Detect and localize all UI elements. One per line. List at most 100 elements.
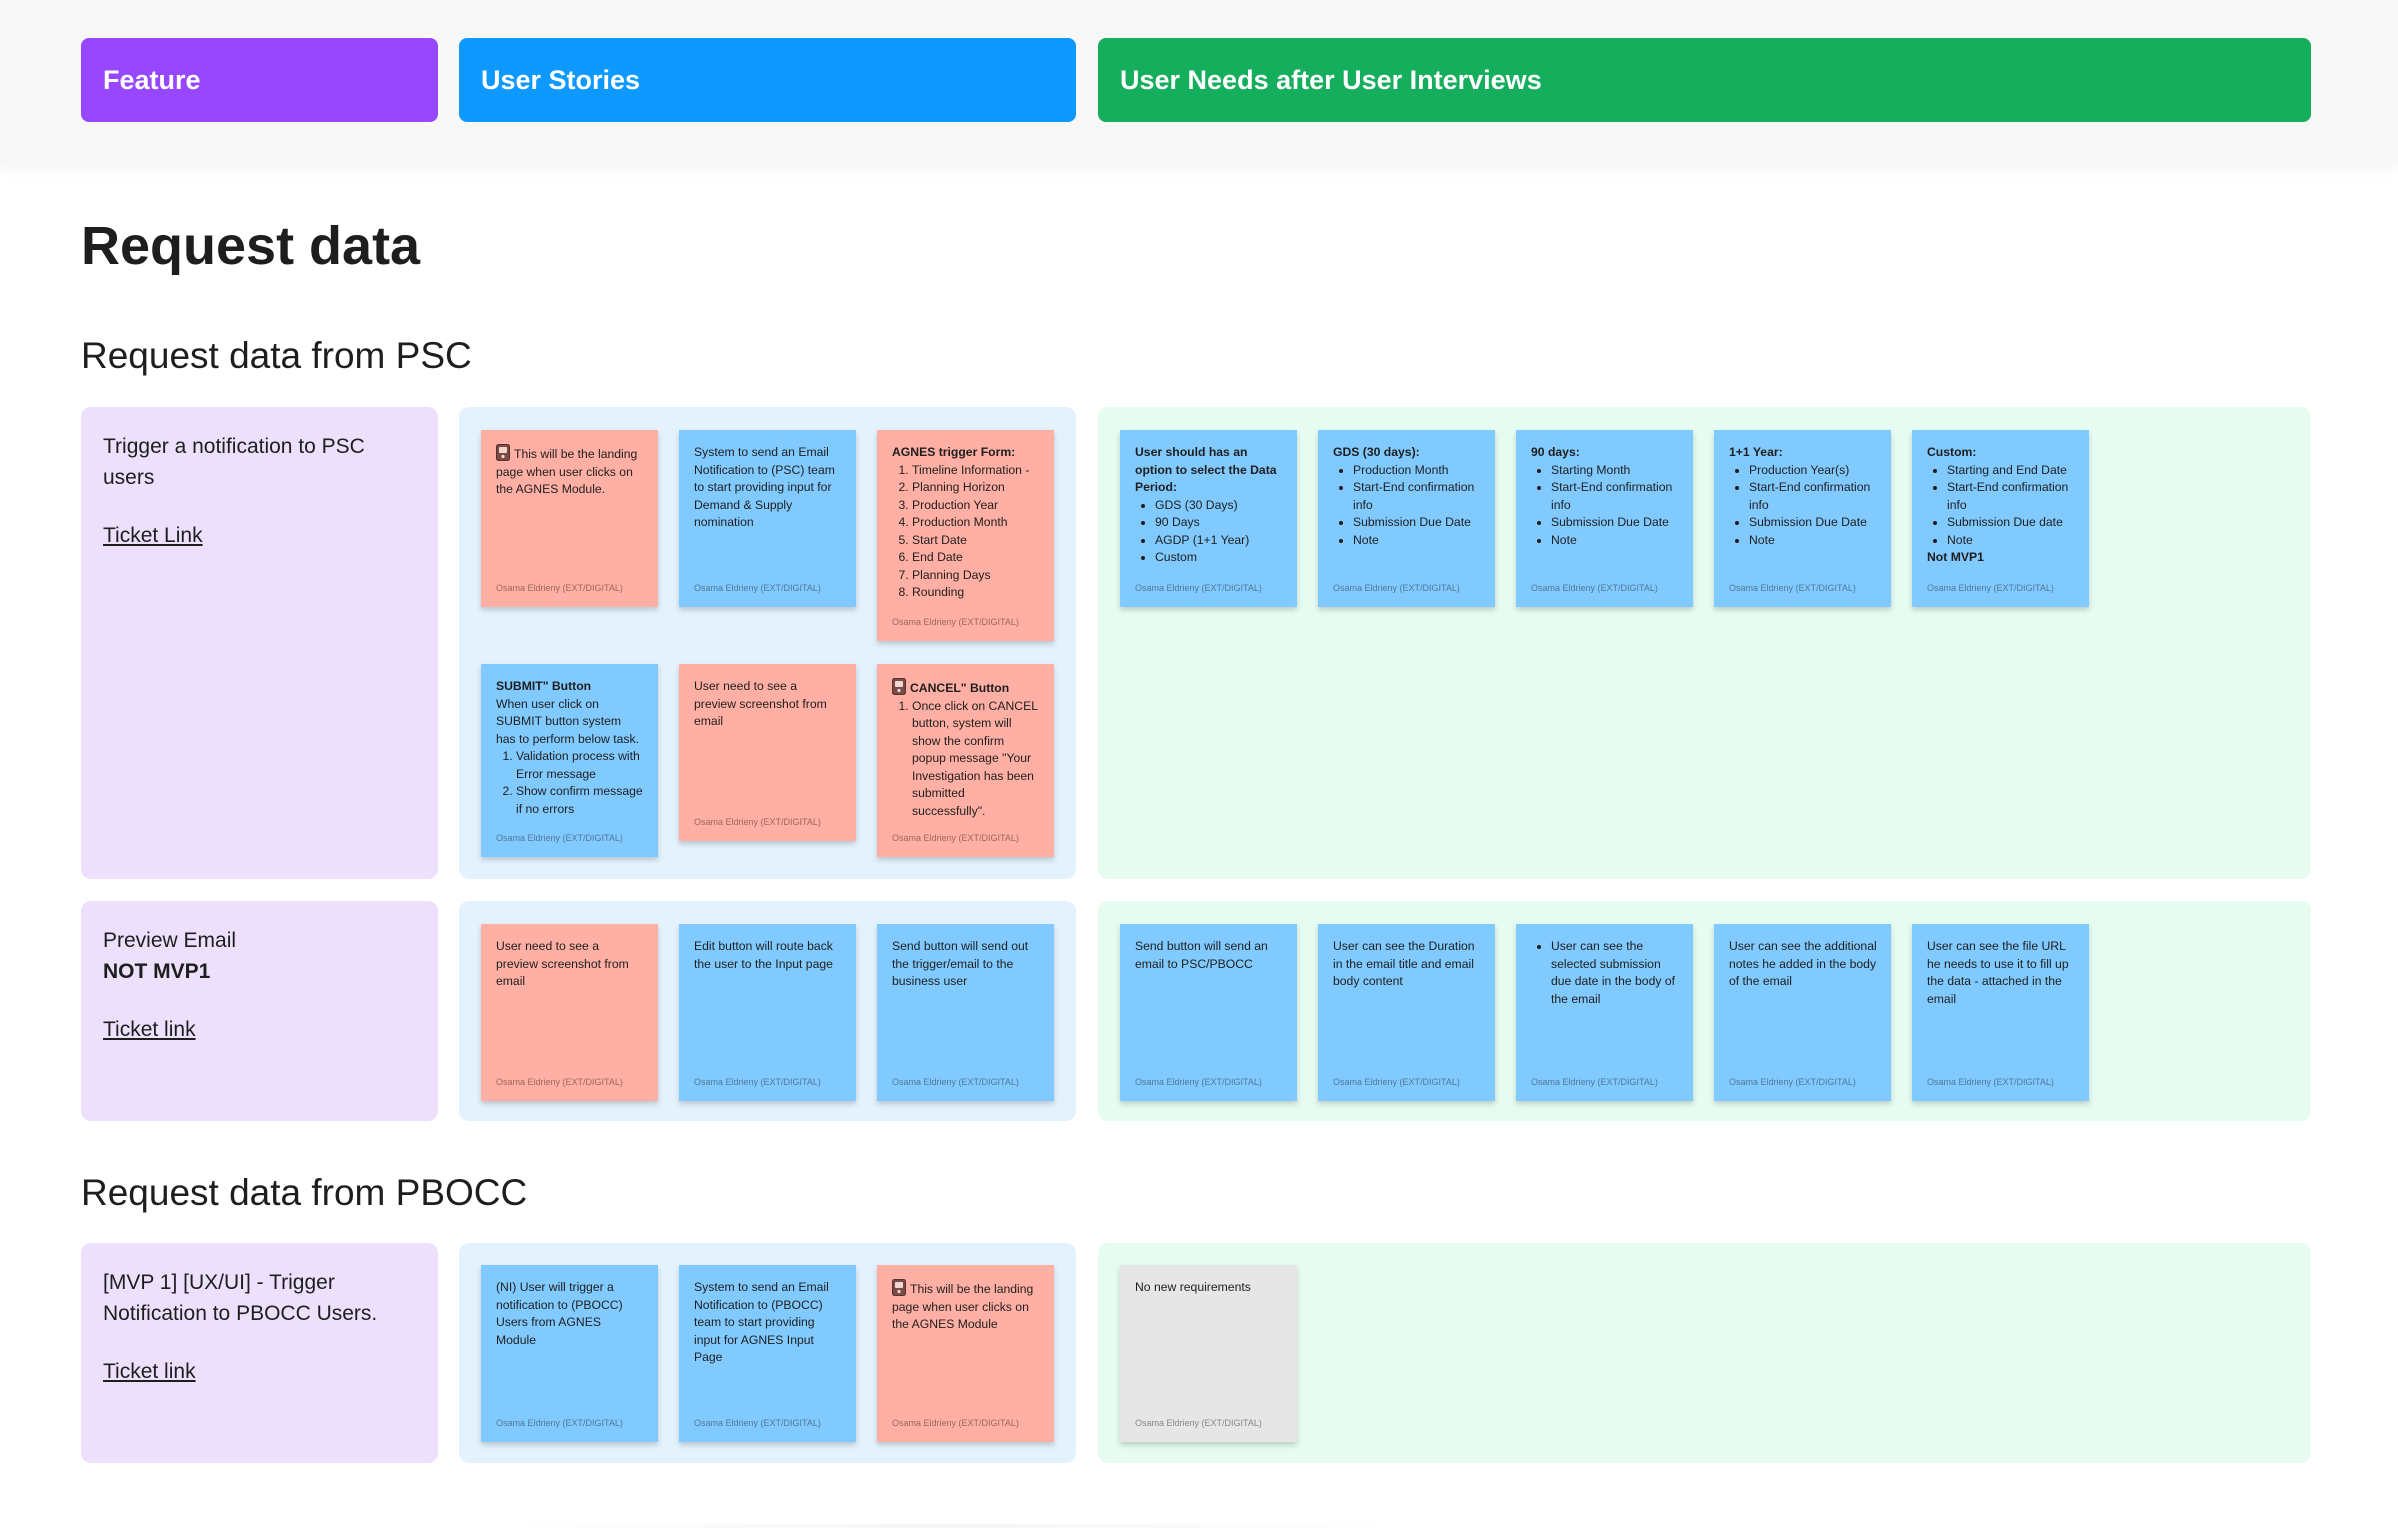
- list-item: Starting Month: [1551, 462, 1679, 480]
- list-item: Production Month: [1353, 462, 1481, 480]
- sticky-note[interactable]: 1+1 Year: Production Year(s)Start-End con…: [1714, 430, 1891, 607]
- sticky-note[interactable]: SUBMIT" Button When user click on SUBMIT …: [481, 664, 658, 857]
- sticky-note[interactable]: CANCEL" Button Once click on CANCEL butto…: [877, 664, 1054, 857]
- bullet-list: GDS (30 Days)90 DaysAGDP (1+1 Year)Custo…: [1135, 497, 1283, 567]
- user-needs-header-label: User Needs after User Interviews: [1120, 64, 1542, 95]
- ticket-link[interactable]: Ticket link: [103, 1360, 196, 1384]
- list-item: Start-End confirmation info: [1551, 479, 1679, 514]
- sticky-note-author: Osama Eldrieny (EXT/DIGITAL): [892, 832, 1019, 843]
- sticky-note-body: User need to see a preview screenshot fr…: [496, 938, 644, 991]
- sticky-note-body: (NI) User will trigger a notification to…: [496, 1279, 644, 1349]
- list-item: Submission Due Date: [1353, 514, 1481, 532]
- device-icon: [892, 678, 906, 695]
- sticky-note-heading: GDS (30 days):: [1333, 445, 1420, 459]
- sticky-note-author: Osama Eldrieny (EXT/DIGITAL): [1333, 582, 1460, 593]
- feature-card: Preview Email NOT MVP1 Ticket link: [81, 901, 438, 1121]
- list-item: GDS (30 Days): [1155, 497, 1283, 515]
- sticky-note-body: User can see the file URL he needs to us…: [1927, 938, 2075, 1008]
- sticky-note-author: Osama Eldrieny (EXT/DIGITAL): [1729, 1076, 1856, 1087]
- sticky-note[interactable]: GDS (30 days): Production MonthStart-End …: [1318, 430, 1495, 607]
- sticky-note[interactable]: Custom: Starting and End DateStart-End co…: [1912, 430, 2089, 607]
- list-item: Start-End confirmation info: [1353, 479, 1481, 514]
- sticky-note-body: Send button will send out the trigger/em…: [892, 938, 1040, 991]
- sticky-note-author: Osama Eldrieny (EXT/DIGITAL): [1729, 582, 1856, 593]
- page-title: Request data: [81, 216, 421, 276]
- sticky-note-body: User can see the selected submission due…: [1531, 938, 1679, 1008]
- ticket-link[interactable]: Ticket link: [103, 1018, 196, 1042]
- sticky-note-author: Osama Eldrieny (EXT/DIGITAL): [1135, 1417, 1262, 1428]
- numbered-list: Once click on CANCEL button, system will…: [892, 698, 1040, 821]
- sticky-note-text: (NI) User will trigger a notification to…: [496, 1280, 623, 1347]
- sticky-note[interactable]: User need to see a preview screenshot fr…: [481, 924, 658, 1101]
- sticky-note-body: 1+1 Year: Production Year(s)Start-End con…: [1729, 444, 1877, 549]
- sticky-note-author: Osama Eldrieny (EXT/DIGITAL): [496, 1417, 623, 1428]
- sticky-note-body: User can see the Duration in the email t…: [1333, 938, 1481, 991]
- sticky-note-text: System to send an Email Notification to …: [694, 1280, 829, 1364]
- list-item: Custom: [1155, 549, 1283, 567]
- sticky-note[interactable]: User can see the additional notes he add…: [1714, 924, 1891, 1101]
- sticky-note-body: GDS (30 days): Production MonthStart-End …: [1333, 444, 1481, 549]
- sticky-note-footnote: Not MVP1: [1927, 550, 1984, 564]
- list-item: Submission Due Date: [1749, 514, 1877, 532]
- list-item: AGDP (1+1 Year): [1155, 532, 1283, 550]
- sticky-note[interactable]: User need to see a preview screenshot fr…: [679, 664, 856, 841]
- sticky-note-text: This will be the landing page when user …: [496, 447, 638, 496]
- sticky-note-body: This will be the landing page when user …: [892, 1279, 1040, 1334]
- sticky-note[interactable]: User should has an option to select the …: [1120, 430, 1297, 607]
- sticky-note[interactable]: 90 days: Starting MonthStart-End confirma…: [1516, 430, 1693, 607]
- sticky-note-heading: Custom:: [1927, 445, 1977, 459]
- sticky-note-body: No new requirements: [1135, 1279, 1283, 1297]
- sticky-note-text: User can see the Duration in the email t…: [1333, 939, 1475, 988]
- sticky-note-body: System to send an Email Notification to …: [694, 1279, 842, 1367]
- feature-card: [MVP 1] [UX/UI] - Trigger Notification t…: [81, 1243, 438, 1463]
- ticket-link[interactable]: Ticket Link: [103, 524, 203, 548]
- sticky-note-heading: SUBMIT" Button: [496, 679, 592, 693]
- list-item: Planning Days: [912, 567, 1040, 585]
- sticky-note[interactable]: System to send an Email Notification to …: [679, 1265, 856, 1442]
- sticky-note[interactable]: Edit button will route back the user to …: [679, 924, 856, 1101]
- feature-description: Preview Email: [103, 929, 237, 952]
- sticky-note-author: Osama Eldrieny (EXT/DIGITAL): [496, 582, 623, 593]
- sticky-note-author: Osama Eldrieny (EXT/DIGITAL): [496, 1076, 623, 1087]
- numbered-list: Timeline Information -Planning HorizonPr…: [892, 462, 1040, 602]
- list-item: Production Month: [912, 514, 1040, 532]
- sticky-note-author: Osama Eldrieny (EXT/DIGITAL): [694, 816, 821, 827]
- sticky-note[interactable]: Send button will send an email to PSC/PB…: [1120, 924, 1297, 1101]
- sticky-note-author: Osama Eldrieny (EXT/DIGITAL): [892, 1076, 1019, 1087]
- sticky-note[interactable]: User can see the selected submission due…: [1516, 924, 1693, 1101]
- sticky-note[interactable]: No new requirements Osama Eldrieny (EXT/D…: [1120, 1265, 1297, 1442]
- sticky-note-author: Osama Eldrieny (EXT/DIGITAL): [1135, 582, 1262, 593]
- sticky-note[interactable]: AGNES trigger Form: Timeline Information …: [877, 430, 1054, 641]
- list-item: Planning Horizon: [912, 479, 1040, 497]
- bullet-list: Production MonthStart-End confirmation i…: [1333, 462, 1481, 550]
- list-item: Start Date: [912, 532, 1040, 550]
- sticky-note-heading: CANCEL" Button: [910, 681, 1010, 695]
- list-item: Note: [1749, 532, 1877, 550]
- sticky-note-text: Edit button will route back the user to …: [694, 939, 833, 971]
- bullet-list: Starting and End DateStart-End confirmat…: [1927, 462, 2075, 550]
- sticky-note[interactable]: (NI) User will trigger a notification to…: [481, 1265, 658, 1442]
- sticky-note[interactable]: User can see the file URL he needs to us…: [1912, 924, 2089, 1101]
- sticky-note-body: User can see the additional notes he add…: [1729, 938, 1877, 991]
- sticky-note[interactable]: System to send an Email Notification to …: [679, 430, 856, 607]
- sticky-note-author: Osama Eldrieny (EXT/DIGITAL): [1135, 1076, 1262, 1087]
- feature-description: [MVP 1] [UX/UI] - Trigger Notification t…: [103, 1271, 378, 1325]
- list-item: Show confirm message if no errors: [516, 783, 644, 818]
- bullet-list: User can see the selected submission due…: [1531, 938, 1679, 1008]
- list-item: Start-End confirmation info: [1749, 479, 1877, 514]
- sticky-note[interactable]: Send button will send out the trigger/em…: [877, 924, 1054, 1101]
- section-title: Request data from PSC: [81, 335, 472, 376]
- list-item: Starting and End Date: [1947, 462, 2075, 480]
- feature-description: Trigger a notification to PSC users: [103, 435, 365, 489]
- sticky-note[interactable]: This will be the landing page when user …: [877, 1265, 1054, 1442]
- bullet-list: Production Year(s)Start-End confirmation…: [1729, 462, 1877, 550]
- list-item: Production Year(s): [1749, 462, 1877, 480]
- feature-status-note: NOT MVP1: [103, 960, 211, 983]
- sticky-note-text: Send button will send an email to PSC/PB…: [1135, 939, 1268, 971]
- sticky-note-body: User should has an option to select the …: [1135, 444, 1283, 567]
- user-stories-header-label: User Stories: [481, 64, 641, 95]
- sticky-note[interactable]: User can see the Duration in the email t…: [1318, 924, 1495, 1101]
- list-item: Note: [1947, 532, 2075, 550]
- sticky-note[interactable]: This will be the landing page when user …: [481, 430, 658, 607]
- bullet-list: Starting MonthStart-End confirmation inf…: [1531, 462, 1679, 550]
